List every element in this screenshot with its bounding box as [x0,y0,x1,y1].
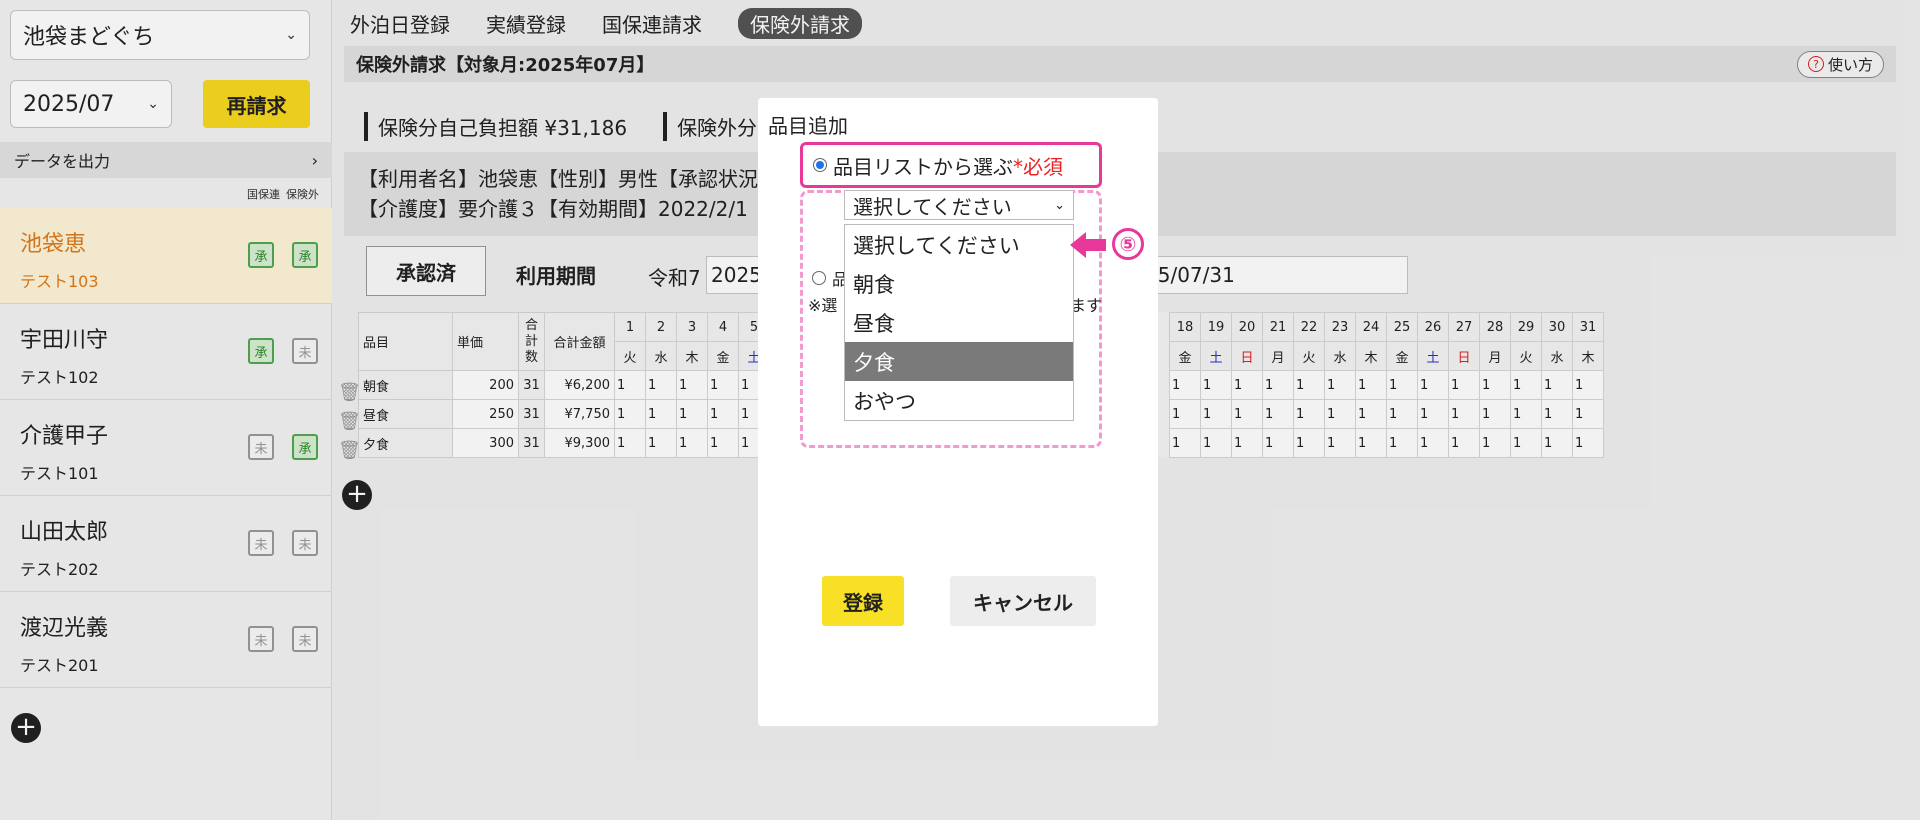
radio-selected-icon[interactable] [813,158,827,172]
note-tail-text: ます [1070,296,1103,315]
radio-select-from-list[interactable]: 品目リストから選ぶ *必須 [800,142,1102,188]
arrow-left-icon [1070,232,1106,258]
register-button[interactable]: 登録 [822,576,904,626]
item-dropdown-list: 選択してください 朝食 昼食 夕食 おやつ [844,224,1074,421]
radio-manual-entry[interactable]: 品 [812,266,848,290]
dropdown-option[interactable]: 昼食 [845,303,1073,342]
dropdown-option[interactable]: おやつ [845,381,1073,420]
item-select[interactable]: 選択してください ⌄ [844,190,1074,220]
note-text: ※選 [808,296,838,315]
radio-unselected-icon[interactable] [812,271,826,285]
item-select-value: 選択してください [853,194,1012,219]
cancel-button[interactable]: キャンセル [950,576,1096,626]
chevron-down-icon: ⌄ [1054,197,1065,213]
step-callout: ⑤ [1112,228,1144,260]
add-item-modal: 品目追加 品目リストから選ぶ *必須 選択してください ⌄ 品 ※選 ます 選択し… [758,98,1158,726]
modal-title: 品目追加 [768,114,848,138]
dropdown-option[interactable]: 選択してください [845,225,1073,264]
radio-label: 品目リストから選ぶ [833,154,1013,179]
dropdown-option[interactable]: 朝食 [845,264,1073,303]
required-mark: *必須 [1013,154,1063,179]
dropdown-option[interactable]: 夕食 [845,342,1073,381]
